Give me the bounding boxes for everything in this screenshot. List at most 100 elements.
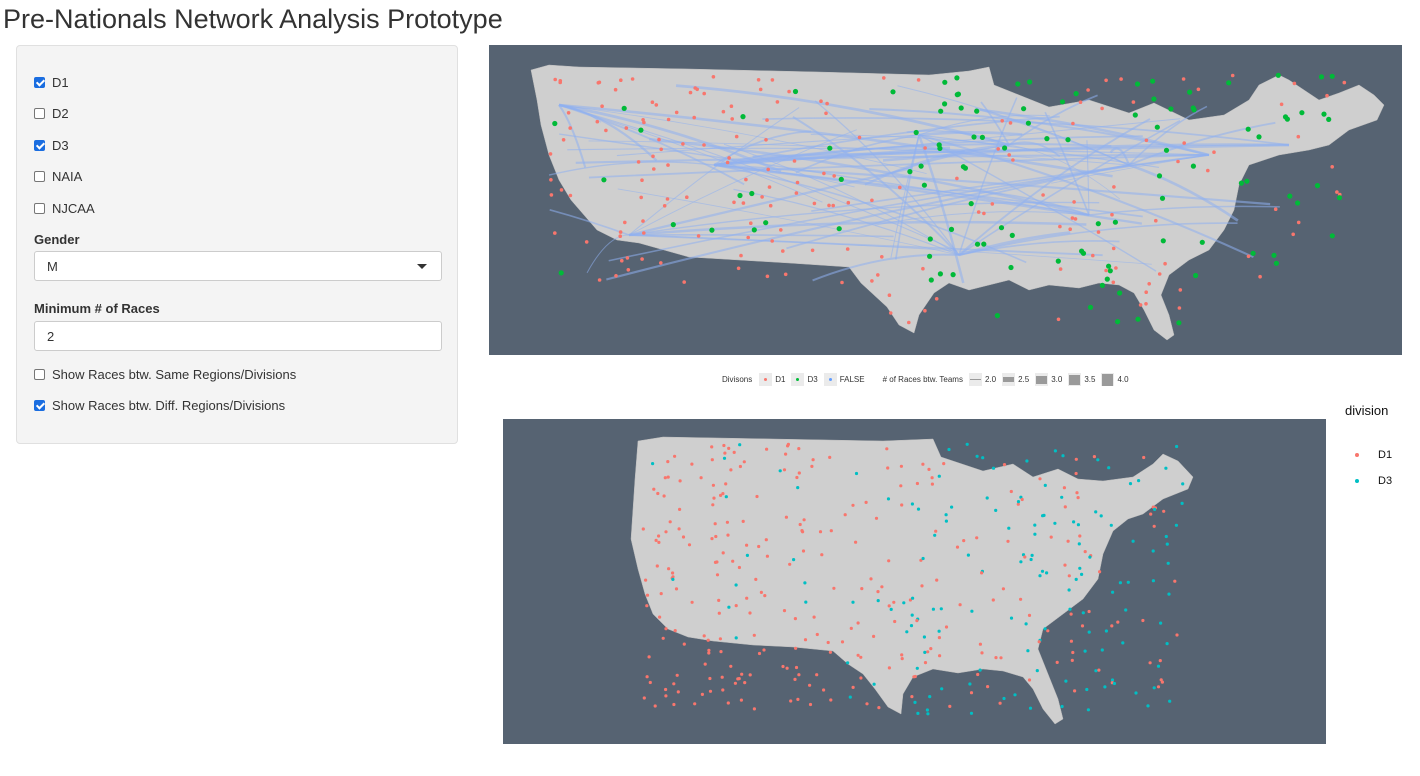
division-point: [690, 462, 694, 466]
division-point: [1151, 579, 1155, 583]
team-point: [1144, 138, 1149, 143]
division-point: [940, 687, 944, 691]
division-point: [745, 596, 749, 600]
division-point: [748, 611, 752, 615]
team-point: [566, 111, 571, 115]
division-point: [910, 613, 914, 617]
team-point: [824, 111, 828, 116]
team-point: [641, 219, 645, 223]
team-point: [1342, 80, 1347, 85]
division-point: [1078, 534, 1082, 538]
checkbox-same-regions[interactable]: Show Races btw. Same Regions/Divisions: [34, 367, 296, 382]
team-point: [918, 163, 924, 169]
division-point: [975, 536, 979, 540]
checkbox-diff-regions[interactable]: Show Races btw. Diff. Regions/Divisions: [34, 398, 285, 413]
division-point: [859, 676, 863, 680]
team-point: [1044, 136, 1050, 142]
team-point: [1326, 116, 1332, 122]
legend-key-race-2-5: [1002, 372, 1016, 386]
same-regions-checkbox[interactable]: [34, 369, 45, 380]
checkbox-njcaa[interactable]: NJCAA: [34, 201, 95, 216]
division-point: [1072, 520, 1076, 524]
team-point: [665, 197, 670, 201]
checkbox-d3[interactable]: D3: [34, 138, 69, 153]
d2-checkbox[interactable]: [34, 108, 45, 119]
division-point: [893, 619, 897, 624]
team-point: [1099, 282, 1105, 288]
division-point: [913, 674, 917, 679]
division-point: [1016, 500, 1021, 504]
checkbox-d2[interactable]: D2: [34, 106, 69, 121]
team-point: [927, 236, 933, 242]
gender-select[interactable]: M: [34, 251, 442, 281]
team-point: [838, 176, 844, 182]
team-point: [688, 90, 693, 95]
team-point: [741, 201, 746, 205]
legend-key-d3: [791, 372, 805, 386]
legend-race-3-5: 3.5: [1084, 374, 1096, 384]
division-map[interactable]: [503, 419, 1326, 744]
d3-checkbox[interactable]: [34, 140, 45, 151]
division-point: [921, 462, 925, 466]
team-point: [692, 115, 696, 120]
team-point: [1275, 72, 1281, 78]
team-point: [1104, 78, 1108, 83]
division-point: [707, 648, 711, 652]
division-point: [725, 520, 729, 524]
division-point: [962, 539, 966, 543]
team-point: [725, 160, 730, 165]
team-point: [948, 226, 955, 232]
team-point: [685, 195, 689, 199]
legend-key-race-3-5: [1068, 372, 1082, 386]
checkbox-naia[interactable]: NAIA: [34, 169, 82, 184]
team-point: [1246, 254, 1251, 259]
division-point: [915, 481, 919, 486]
team-point: [779, 228, 783, 232]
network-map[interactable]: [489, 45, 1402, 355]
team-point: [1008, 264, 1014, 271]
division-point: [1156, 664, 1161, 668]
division-point: [745, 543, 749, 547]
team-point: [795, 180, 800, 185]
naia-checkbox[interactable]: [34, 171, 45, 182]
division-point: [915, 619, 919, 623]
division-point: [880, 585, 884, 589]
division-point: [657, 534, 661, 538]
division-point: [672, 682, 676, 686]
team-point: [1206, 168, 1210, 173]
team-point: [927, 253, 933, 259]
team-point: [1159, 195, 1166, 201]
team-point: [1000, 119, 1004, 123]
team-point: [1114, 266, 1118, 270]
division-point: [721, 551, 725, 555]
division-point: [818, 530, 823, 534]
min-races-input[interactable]: 2: [34, 321, 442, 351]
team-point: [650, 100, 655, 104]
team-point: [1002, 145, 1008, 151]
njcaa-checkbox[interactable]: [34, 203, 45, 214]
checkbox-d1[interactable]: D1: [34, 75, 69, 90]
d1-checkbox[interactable]: [34, 77, 45, 88]
division-point: [991, 466, 996, 470]
division-point: [714, 534, 718, 539]
team-point: [642, 231, 646, 235]
team-point: [709, 227, 715, 233]
team-point: [937, 145, 943, 151]
team-point: [662, 204, 667, 208]
team-point: [1138, 303, 1143, 307]
team-point: [1273, 260, 1279, 266]
team-point: [595, 119, 600, 124]
division-point: [851, 503, 855, 507]
division-legend-title: division: [1345, 403, 1389, 418]
team-point: [749, 190, 755, 197]
division-point: [674, 587, 679, 591]
page-title: Pre-Nationals Network Analysis Prototype: [3, 4, 503, 34]
team-point: [744, 177, 748, 182]
team-point: [1104, 268, 1108, 273]
division-point: [1055, 660, 1059, 664]
diff-regions-checkbox[interactable]: [34, 400, 45, 411]
division-point: [677, 527, 681, 531]
division-point: [1061, 454, 1065, 458]
team-point: [923, 308, 927, 313]
division-point: [645, 604, 649, 608]
